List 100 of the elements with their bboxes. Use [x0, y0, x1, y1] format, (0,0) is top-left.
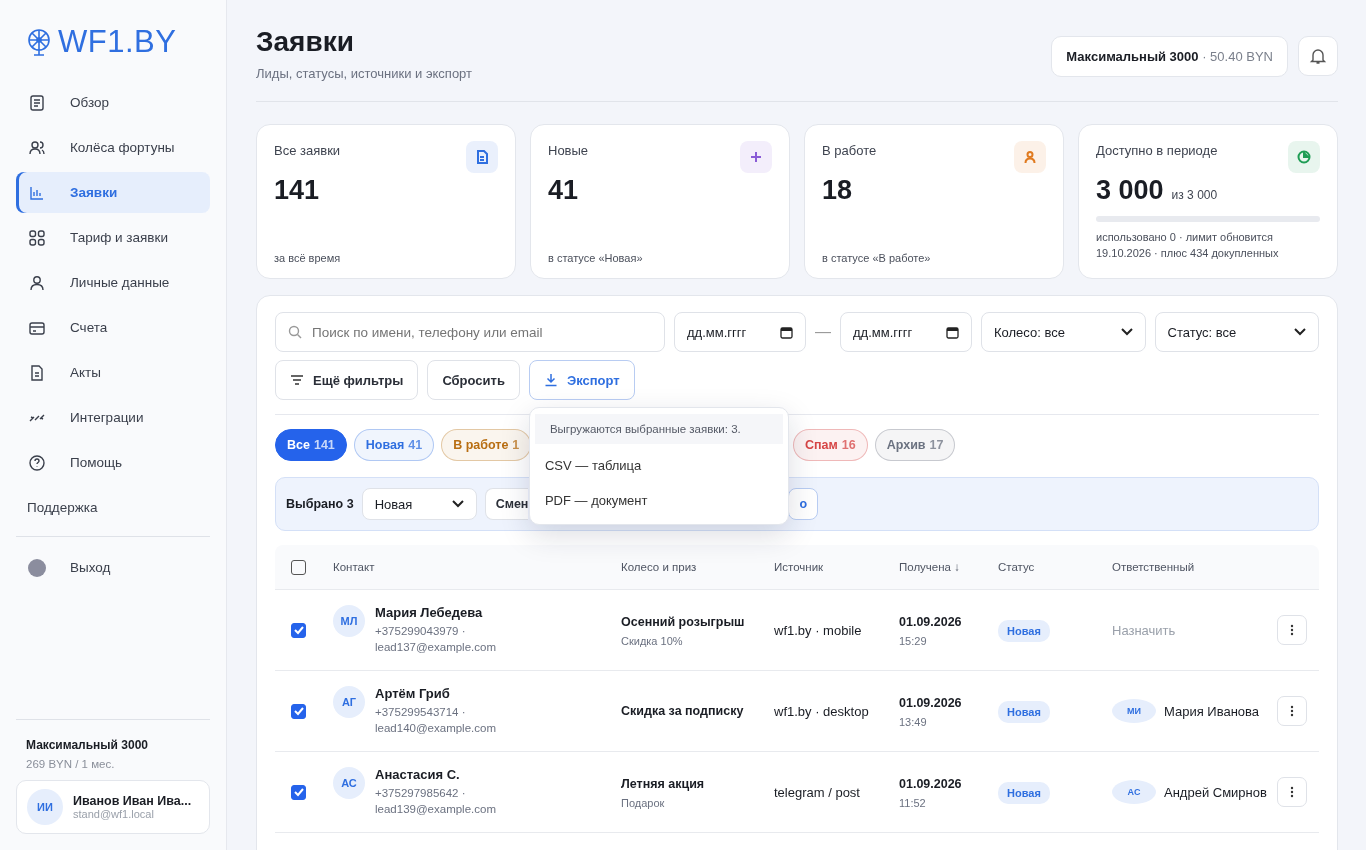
select-all-checkbox[interactable]: [291, 559, 306, 575]
status-filter-chip[interactable]: Новая 41: [353, 429, 435, 461]
wheel-name: Летняя акция: [621, 776, 706, 794]
received-date: 01.09.2026: [899, 776, 963, 794]
user-icon: [28, 273, 46, 292]
export-hint: Выгружаются выбранные заявки: 3.: [534, 414, 783, 444]
logout-item[interactable]: Выход: [16, 547, 210, 588]
export-option[interactable]: CSV — таблица: [529, 448, 788, 483]
status-select[interactable]: Статус: все: [1154, 312, 1319, 352]
status-filter-chip[interactable]: В работе 1: [441, 429, 532, 461]
nav-item[interactable]: Акты: [16, 352, 210, 393]
date-range-dash: —: [815, 323, 831, 341]
prize-text: Скидка 10%: [621, 634, 684, 647]
contact-avatar: МЛ: [333, 604, 365, 637]
wheel-name: Осенний розыгрыш: [621, 614, 746, 632]
contact-name: Артём Гриб: [375, 685, 451, 701]
contact-email: lead137@example.com: [375, 640, 496, 655]
status-badge: Новая: [998, 700, 1050, 723]
stat-note: в статусе «В работе»: [822, 252, 932, 264]
calendar-icon: [780, 325, 793, 339]
plan-name: Максимальный 3000: [25, 737, 149, 754]
doc-icon: [28, 93, 46, 112]
contact-email: lead140@example.com: [375, 721, 496, 736]
nav-item[interactable]: Личные данные: [16, 262, 210, 303]
column-header[interactable]: Колесо и приз: [621, 561, 774, 573]
status-filter-chip[interactable]: Спам 16: [793, 429, 868, 461]
column-header[interactable]: Статус: [998, 561, 1112, 573]
more-filters-button[interactable]: Ещё фильтры: [275, 360, 419, 400]
received-time: 13:49: [899, 715, 928, 728]
contact-email: lead139@example.com: [375, 802, 496, 817]
grid-icon: [28, 228, 46, 247]
nav-item[interactable]: Обзор: [16, 82, 210, 123]
wheel-select[interactable]: Колесо: все: [981, 312, 1146, 352]
nav-item[interactable]: Интеграции: [16, 397, 210, 438]
chevron-down-icon: [1120, 328, 1133, 336]
date-from-field[interactable]: дд.мм.гггг: [674, 312, 806, 352]
export-button[interactable]: Экспорт: [528, 360, 635, 400]
plan-price: 269 BYN / 1 мес.: [25, 758, 116, 772]
user-email: stand@wf1.local: [73, 808, 155, 820]
reset-button[interactable]: Сбросить: [427, 360, 520, 400]
stat-label: Новые: [548, 143, 589, 158]
column-header[interactable]: Получена ↓: [899, 561, 998, 573]
status-badge: Новая: [998, 619, 1050, 642]
bulk-action-button[interactable]: о: [788, 488, 819, 520]
contact-phone: +375299043979 ·: [375, 623, 467, 639]
wheel-logo-icon: [26, 28, 52, 56]
notifications-button[interactable]: [1298, 36, 1338, 76]
owner-avatar: АС: [1112, 780, 1156, 804]
search-field[interactable]: Поиск по имени, телефону или email: [275, 312, 665, 352]
nav-item[interactable]: Тариф и заявки: [16, 217, 210, 258]
help-icon: [28, 453, 46, 472]
contact-avatar: АГ: [333, 685, 365, 718]
nav-item[interactable]: Колёса фортуны: [16, 127, 210, 168]
status-badge: Новая: [998, 781, 1050, 804]
more-vertical-icon: [1290, 624, 1294, 636]
stat-value: 3 000: [1096, 175, 1164, 206]
row-checkbox[interactable]: [291, 784, 306, 800]
support-link[interactable]: Поддержка: [16, 487, 210, 528]
status-filter-chip[interactable]: Архив 17: [874, 429, 956, 461]
row-checkbox[interactable]: [291, 703, 306, 719]
download-icon: [543, 373, 558, 387]
stat-value: 18: [822, 175, 853, 206]
owner-name: Андрей Смирнов: [1164, 784, 1267, 800]
stat-value: 141: [274, 175, 320, 206]
stat-note: использовано 0 · лимит обновится 19.10.2026 · плюс 434 докупленных: [1096, 230, 1280, 261]
received-time: 11:52: [899, 796, 927, 809]
user-card[interactable]: ИИ Иванов Иван Ива... stand@wf1.local: [16, 780, 210, 834]
nav-item[interactable]: Счета: [16, 307, 210, 348]
status-filter-chip[interactable]: Все 141: [275, 429, 347, 461]
nav-item[interactable]: Помощь: [16, 442, 210, 483]
contact-avatar: АС: [333, 766, 365, 799]
received-time: 15:29: [899, 634, 928, 647]
stat-label: Все заявки: [274, 143, 341, 158]
received-date: 01.09.2026: [899, 614, 963, 632]
selected-count: Выбрано 3: [286, 497, 354, 511]
export-option[interactable]: PDF — документ: [529, 483, 788, 518]
column-header[interactable]: Источник: [774, 561, 899, 573]
received-date: 01.09.2026: [899, 695, 963, 713]
row-checkbox[interactable]: [291, 622, 306, 638]
contact-phone: +375297985642 ·: [375, 785, 467, 801]
calendar-icon: [946, 325, 959, 339]
column-header[interactable]: Контакт: [333, 561, 621, 573]
stat-suffix: из 3 000: [1171, 188, 1218, 202]
owner-name: Мария Иванова: [1164, 703, 1260, 719]
page-subtitle: Лиды, статусы, источники и экспорт: [256, 66, 473, 81]
contact-name: Мария Лебедева: [375, 604, 484, 620]
stat-note: за всё время: [274, 252, 342, 264]
stat-note: в статусе «Новая»: [548, 252, 644, 264]
owner-avatar: МИ: [1112, 699, 1156, 723]
change-button[interactable]: Смен: [484, 488, 529, 520]
bulk-status-select[interactable]: Новая: [361, 488, 477, 520]
file-icon: [28, 363, 46, 382]
more-vertical-icon: [1290, 786, 1294, 798]
plan-badge[interactable]: Максимальный 3000 · 50.40 BYN: [1051, 36, 1288, 77]
date-to-field[interactable]: дд.мм.гггг: [840, 312, 972, 352]
users-icon: [28, 138, 46, 157]
nav-item[interactable]: Заявки: [16, 172, 210, 213]
search-icon: [288, 325, 302, 339]
column-header[interactable]: Ответственный: [1112, 561, 1268, 573]
stat-value: 41: [548, 175, 579, 206]
